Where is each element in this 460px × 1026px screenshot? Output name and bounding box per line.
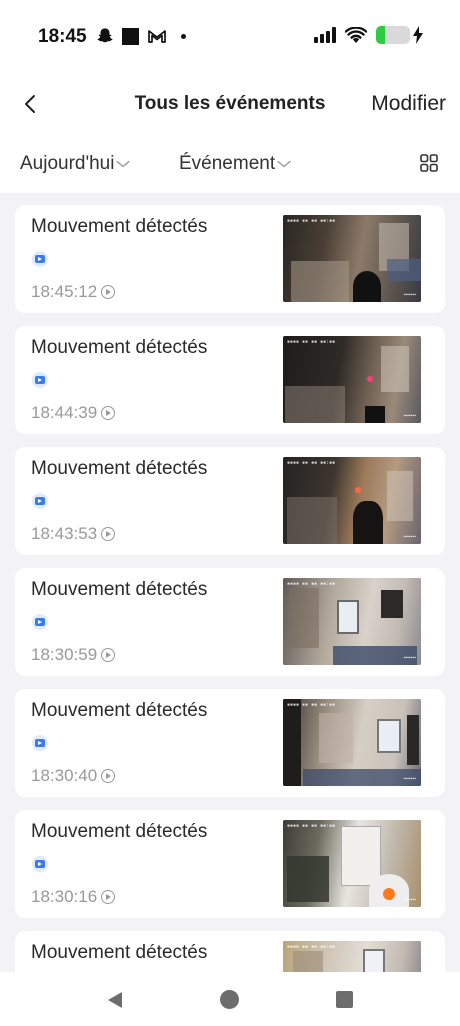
event-title: Mouvement détectés	[31, 216, 208, 237]
event-list[interactable]: Mouvement détectés 18:45:12 ▪▪▪▪ ▪▪ ▪▪ ▪…	[0, 193, 460, 972]
nav-home-icon[interactable]	[220, 990, 239, 1009]
thumbnail-timestamp: ▪▪▪▪ ▪▪ ▪▪ ▪▪:▪▪	[287, 823, 336, 829]
gmail-icon	[148, 30, 166, 43]
play-icon	[101, 890, 116, 904]
thumbnail-timestamp: ▪▪▪▪ ▪▪ ▪▪ ▪▪:▪▪	[287, 218, 336, 224]
modify-button[interactable]: Modifier	[371, 92, 446, 116]
event-card[interactable]: Mouvement détectés ▪▪▪▪ ▪▪ ▪▪ ▪▪:▪▪	[15, 931, 445, 972]
play-icon	[101, 769, 116, 783]
event-thumbnail[interactable]: ▪▪▪▪ ▪▪ ▪▪ ▪▪:▪▪ ▪▪▪▪▪▪▪	[283, 215, 421, 302]
event-time-row: 18:30:16	[31, 887, 116, 907]
thumbnail-timestamp: ▪▪▪▪ ▪▪ ▪▪ ▪▪:▪▪	[287, 581, 336, 587]
event-thumbnail[interactable]: ▪▪▪▪ ▪▪ ▪▪ ▪▪:▪▪ ▪▪▪▪▪▪▪	[283, 578, 421, 665]
event-title: Mouvement détectés	[31, 942, 208, 963]
status-time: 18:45	[38, 26, 87, 47]
play-icon	[101, 406, 116, 420]
event-type-filter-dropdown[interactable]: Événement	[179, 153, 291, 175]
event-thumbnail[interactable]: ▪▪▪▪ ▪▪ ▪▪ ▪▪:▪▪ ▪▪▪▪▪▪▪	[283, 457, 421, 544]
video-badge-icon	[32, 251, 48, 267]
wifi-icon	[345, 26, 367, 43]
video-badge-icon	[32, 493, 48, 509]
thumbnail-timestamp: ▪▪▪▪ ▪▪ ▪▪ ▪▪:▪▪	[287, 944, 336, 950]
event-card[interactable]: Mouvement détectés 18:44:39 ▪▪▪▪ ▪▪ ▪▪ ▪…	[15, 326, 445, 434]
event-title: Mouvement détectés	[31, 579, 208, 600]
event-thumbnail[interactable]: ▪▪▪▪ ▪▪ ▪▪ ▪▪:▪▪ ▪▪▪▪▪▪▪	[283, 820, 421, 907]
event-time-row: 18:30:40	[31, 766, 116, 786]
snapchat-ghost-icon	[97, 28, 113, 43]
system-nav-bar	[0, 972, 460, 1026]
event-time: 18:30:16	[31, 887, 98, 906]
event-time-row: 18:30:59	[31, 645, 116, 665]
thumbnail-watermark: ▪▪▪▪▪▪▪	[403, 776, 416, 782]
date-filter-label: Aujourd'hui	[20, 153, 115, 174]
event-time: 18:44:39	[31, 403, 98, 422]
thumbnail-watermark: ▪▪▪▪▪▪▪	[403, 292, 416, 298]
event-title: Mouvement détectés	[31, 700, 208, 721]
back-button[interactable]	[16, 90, 44, 118]
video-badge-icon	[32, 372, 48, 388]
play-icon	[101, 285, 116, 299]
chevron-down-icon	[277, 160, 291, 168]
event-title: Mouvement détectés	[31, 337, 208, 358]
event-card[interactable]: Mouvement détectés 18:30:40 ▪▪▪▪ ▪▪ ▪▪ ▪…	[15, 689, 445, 797]
event-time: 18:45:12	[31, 282, 98, 301]
status-bar: 18:45	[0, 0, 460, 76]
nav-recents-icon[interactable]	[336, 991, 353, 1008]
event-time-row: 18:44:39	[31, 403, 116, 423]
event-time: 18:30:40	[31, 766, 98, 785]
thumbnail-timestamp: ▪▪▪▪ ▪▪ ▪▪ ▪▪:▪▪	[287, 460, 336, 466]
charging-icon	[413, 26, 423, 44]
date-filter-dropdown[interactable]: Aujourd'hui	[20, 153, 131, 175]
event-time: 18:43:53	[31, 524, 98, 543]
grid-view-icon[interactable]	[420, 154, 438, 172]
event-time-row: 18:43:53	[31, 524, 116, 544]
thumbnail-watermark: ▪▪▪▪▪▪▪	[403, 655, 416, 661]
thumbnail-timestamp: ▪▪▪▪ ▪▪ ▪▪ ▪▪:▪▪	[287, 702, 336, 708]
play-icon	[101, 648, 116, 662]
event-thumbnail[interactable]: ▪▪▪▪ ▪▪ ▪▪ ▪▪:▪▪ ▪▪▪▪▪▪▪	[283, 699, 421, 786]
event-card[interactable]: Mouvement détectés 18:30:16 ▪▪▪▪ ▪▪ ▪▪ ▪…	[15, 810, 445, 918]
nav-back-icon[interactable]	[106, 991, 124, 1009]
header: Tous les événements Modifier	[0, 76, 460, 134]
event-thumbnail[interactable]: ▪▪▪▪ ▪▪ ▪▪ ▪▪:▪▪	[283, 941, 421, 972]
event-type-filter-label: Événement	[179, 153, 276, 174]
chevron-down-icon	[116, 160, 131, 168]
event-card[interactable]: Mouvement détectés 18:45:12 ▪▪▪▪ ▪▪ ▪▪ ▪…	[15, 205, 445, 313]
square-icon	[122, 27, 139, 45]
battery-fill	[376, 26, 385, 44]
play-icon	[101, 527, 116, 541]
battery-icon	[376, 26, 410, 44]
thumbnail-watermark: ▪▪▪▪▪▪▪	[403, 534, 416, 540]
video-badge-icon	[32, 614, 48, 630]
event-thumbnail[interactable]: ▪▪▪▪ ▪▪ ▪▪ ▪▪:▪▪ ▪▪▪▪▪▪▪	[283, 336, 421, 423]
thumbnail-watermark: ▪▪▪▪▪▪▪	[403, 413, 416, 419]
event-time: 18:30:59	[31, 645, 98, 664]
status-right-icons	[314, 26, 424, 44]
video-badge-icon	[32, 856, 48, 872]
filter-bar: Aujourd'hui Événement	[0, 140, 460, 190]
chevron-left-icon	[25, 95, 35, 113]
event-card[interactable]: Mouvement détectés 18:43:53 ▪▪▪▪ ▪▪ ▪▪ ▪…	[15, 447, 445, 555]
signal-icon	[314, 27, 336, 43]
event-time-row: 18:45:12	[31, 282, 116, 302]
event-title: Mouvement détectés	[31, 821, 208, 842]
thumbnail-timestamp: ▪▪▪▪ ▪▪ ▪▪ ▪▪:▪▪	[287, 339, 336, 345]
video-badge-icon	[32, 735, 48, 751]
dot-icon	[181, 33, 186, 39]
event-card[interactable]: Mouvement détectés 18:30:59 ▪▪▪▪ ▪▪ ▪▪ ▪…	[15, 568, 445, 676]
status-left-icons	[96, 27, 186, 45]
event-title: Mouvement détectés	[31, 458, 208, 479]
thumbnail-watermark: ▪▪▪▪▪▪▪	[403, 897, 416, 903]
